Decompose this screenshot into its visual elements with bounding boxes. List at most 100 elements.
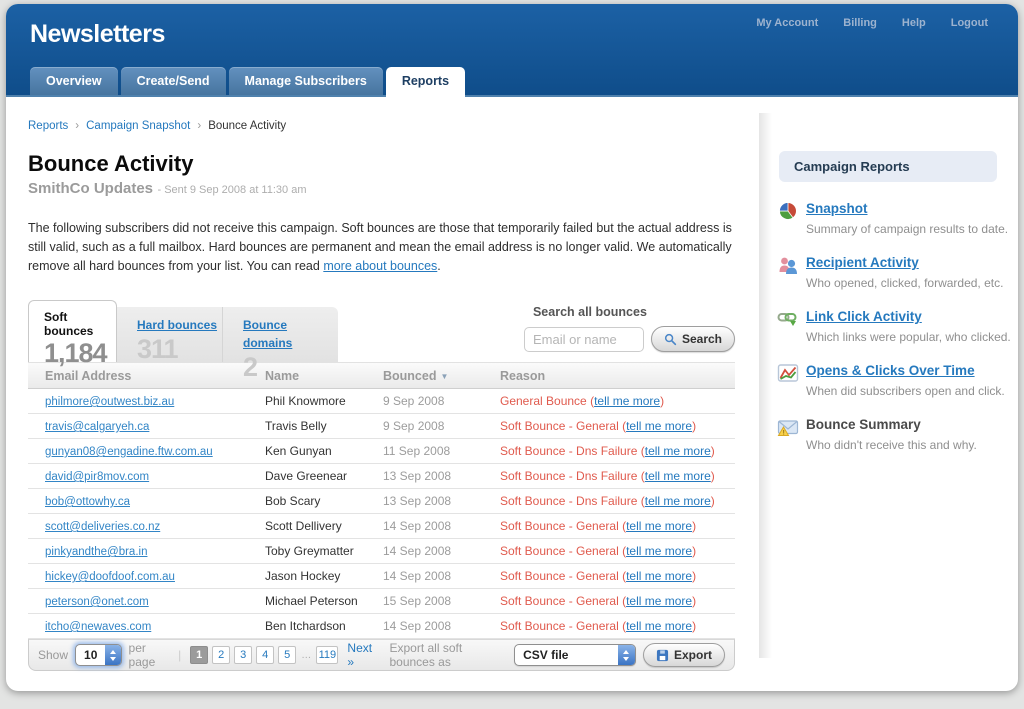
per-page-label: per page bbox=[129, 641, 170, 669]
column-header-reason[interactable]: Reason bbox=[500, 369, 735, 383]
page-3-button[interactable]: 3 bbox=[234, 646, 252, 664]
soft-bounces-count: 1,184 bbox=[44, 340, 116, 367]
tell-me-more-link[interactable]: tell me more bbox=[645, 444, 711, 458]
sidebar-item-opens-clicks-over-time: Opens & Clicks Over Time When did subscr… bbox=[779, 362, 1018, 398]
campaign-name: SmithCo Updates bbox=[28, 180, 153, 197]
next-page-link[interactable]: Next » bbox=[347, 641, 375, 669]
subscriber-name: Michael Peterson bbox=[265, 594, 383, 608]
app-title: Newsletters bbox=[30, 20, 165, 49]
search-button[interactable]: Search bbox=[651, 326, 735, 352]
page-119-button[interactable]: 119 bbox=[316, 646, 338, 664]
column-header-email[interactable]: Email Address bbox=[28, 369, 265, 383]
breadcrumb-reports-link[interactable]: Reports bbox=[28, 120, 68, 132]
billing-link[interactable]: Billing bbox=[843, 17, 877, 29]
subscriber-name: Scott Dellivery bbox=[265, 519, 383, 533]
email-link[interactable]: peterson@onet.com bbox=[45, 596, 149, 608]
page-4-button[interactable]: 4 bbox=[256, 646, 274, 664]
tell-me-more-link[interactable]: tell me more bbox=[626, 519, 692, 533]
email-link[interactable]: david@pir8mov.com bbox=[45, 471, 149, 483]
subscriber-name: Dave Greenear bbox=[265, 469, 383, 483]
bounce-reason: General Bounce (tell me more) bbox=[500, 394, 735, 408]
bounce-domains-link[interactable]: Bounce domains bbox=[243, 318, 292, 350]
tell-me-more-link[interactable]: tell me more bbox=[645, 494, 711, 508]
campaign-subtitle: SmithCo Updates - Sent 9 Sep 2008 at 11:… bbox=[28, 180, 735, 198]
email-link[interactable]: travis@calgaryeh.ca bbox=[45, 421, 149, 433]
help-link[interactable]: Help bbox=[902, 17, 926, 29]
snapshot-desc: Summary of campaign results to date. bbox=[806, 222, 1018, 236]
snapshot-link[interactable]: Snapshot bbox=[806, 201, 868, 216]
bounce-date: 14 Sep 2008 bbox=[383, 619, 500, 633]
tell-me-more-link[interactable]: tell me more bbox=[626, 619, 692, 633]
tell-me-more-link[interactable]: tell me more bbox=[594, 394, 660, 408]
line-chart-icon bbox=[777, 362, 799, 384]
bounce-date: 14 Sep 2008 bbox=[383, 519, 500, 533]
envelope-warning-icon: ! bbox=[777, 416, 799, 438]
tell-me-more-link[interactable]: tell me more bbox=[626, 544, 692, 558]
breadcrumb-campaign-snapshot-link[interactable]: Campaign Snapshot bbox=[86, 120, 190, 132]
pagination-ellipsis: … bbox=[301, 650, 311, 661]
export-button-label: Export bbox=[674, 648, 712, 662]
page-size-select[interactable]: 10 bbox=[75, 644, 122, 666]
table-row: pinkyandthe@bra.in Toby Greymatter 14 Se… bbox=[28, 539, 735, 564]
export-button[interactable]: Export bbox=[643, 643, 725, 667]
link-click-activity-link[interactable]: Link Click Activity bbox=[806, 309, 922, 324]
my-account-link[interactable]: My Account bbox=[756, 17, 818, 29]
main-content: Reports › Campaign Snapshot › Bounce Act… bbox=[28, 97, 735, 671]
soft-bounces-tab[interactable]: Soft bounces 1,184 bbox=[28, 300, 117, 362]
search-heading: Search all bounces bbox=[533, 305, 735, 319]
page-5-button[interactable]: 5 bbox=[278, 646, 296, 664]
tell-me-more-link[interactable]: tell me more bbox=[626, 569, 692, 583]
page-size-value: 10 bbox=[76, 645, 105, 665]
pie-chart-icon bbox=[777, 200, 799, 222]
tell-me-more-link[interactable]: tell me more bbox=[626, 419, 692, 433]
breadcrumb-separator: › bbox=[197, 120, 201, 132]
email-link[interactable]: philmore@outwest.biz.au bbox=[45, 396, 174, 408]
bounce-tabs-bar: Soft bounces 1,184 Hard bounces 311 Boun… bbox=[28, 300, 735, 362]
email-link[interactable]: pinkyandthe@bra.in bbox=[45, 546, 147, 558]
app-header: Newsletters My Account Billing Help Logo… bbox=[6, 4, 1018, 97]
bounce-date: 13 Sep 2008 bbox=[383, 494, 500, 508]
bounce-reason: Soft Bounce - General (tell me more) bbox=[500, 419, 735, 433]
hard-bounces-count: 311 bbox=[137, 336, 222, 363]
svg-text:!: ! bbox=[783, 429, 785, 436]
bounce-domains-tab[interactable]: Bounce domains 2 bbox=[222, 307, 338, 362]
search-input[interactable] bbox=[524, 327, 644, 352]
link-icon bbox=[777, 308, 799, 330]
email-link[interactable]: gunyan08@engadine.ftw.com.au bbox=[45, 446, 213, 458]
bounce-summary-desc: Who didn't receive this and why. bbox=[806, 438, 1018, 452]
email-link[interactable]: scott@deliveries.co.nz bbox=[45, 521, 160, 533]
breadcrumb: Reports › Campaign Snapshot › Bounce Act… bbox=[28, 120, 735, 132]
tell-me-more-link[interactable]: tell me more bbox=[626, 594, 692, 608]
recipient-activity-link[interactable]: Recipient Activity bbox=[806, 255, 919, 270]
show-label: Show bbox=[38, 648, 68, 662]
subscriber-name: Ben Itchardson bbox=[265, 619, 383, 633]
select-stepper-icon bbox=[618, 645, 635, 665]
tab-create-send[interactable]: Create/Send bbox=[121, 67, 226, 95]
email-link[interactable]: hickey@doofdoof.com.au bbox=[45, 571, 175, 583]
email-link[interactable]: bob@ottowhy.ca bbox=[45, 496, 130, 508]
page-title: Bounce Activity bbox=[28, 151, 735, 177]
opens-clicks-over-time-link[interactable]: Opens & Clicks Over Time bbox=[806, 363, 975, 378]
email-link[interactable]: itcho@newaves.com bbox=[45, 621, 151, 633]
breadcrumb-current: Bounce Activity bbox=[208, 120, 286, 132]
export-label: Export all soft bounces as bbox=[389, 641, 507, 669]
more-about-bounces-link[interactable]: more about bounces bbox=[323, 259, 437, 273]
hard-bounces-link[interactable]: Hard bounces bbox=[137, 318, 217, 332]
logout-link[interactable]: Logout bbox=[951, 17, 988, 29]
tab-reports[interactable]: Reports bbox=[386, 67, 465, 97]
hard-bounces-tab[interactable]: Hard bounces 311 bbox=[117, 307, 222, 362]
column-header-bounced[interactable]: Bounced▼ bbox=[383, 369, 500, 383]
bounce-reason: Soft Bounce - Dns Failure (tell me more) bbox=[500, 469, 735, 483]
intro-text-end: . bbox=[437, 259, 440, 273]
tab-manage-subscribers[interactable]: Manage Subscribers bbox=[229, 67, 383, 95]
page-1-button[interactable]: 1 bbox=[190, 646, 208, 664]
page-2-button[interactable]: 2 bbox=[212, 646, 230, 664]
bounce-reason: Soft Bounce - Dns Failure (tell me more) bbox=[500, 444, 735, 458]
table-row: philmore@outwest.biz.au Phil Knowmore 9 … bbox=[28, 389, 735, 414]
tell-me-more-link[interactable]: tell me more bbox=[645, 469, 711, 483]
bounce-date: 15 Sep 2008 bbox=[383, 594, 500, 608]
tab-overview[interactable]: Overview bbox=[30, 67, 118, 95]
main-tabs: Overview Create/Send Manage Subscribers … bbox=[30, 67, 465, 97]
export-format-select[interactable]: CSV file bbox=[514, 644, 636, 666]
table-row: itcho@newaves.com Ben Itchardson 14 Sep … bbox=[28, 614, 735, 639]
